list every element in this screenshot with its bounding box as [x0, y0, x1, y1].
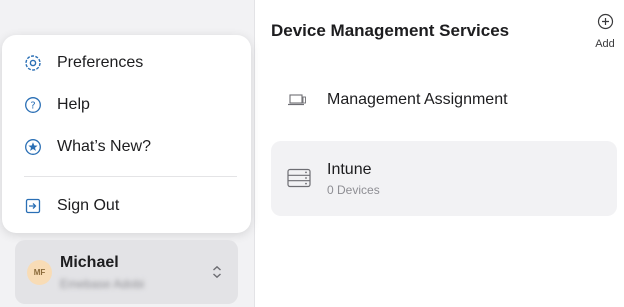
menu-item-label: Sign Out — [57, 197, 120, 214]
add-label: Add — [595, 38, 615, 50]
menu-item-help[interactable]: ? Help — [24, 91, 90, 119]
sign-out-icon — [24, 197, 42, 215]
user-name: Michael — [60, 254, 119, 271]
menu-item-whats-new[interactable]: What’s New? — [24, 133, 151, 161]
question-icon: ? — [24, 96, 42, 114]
row-title: Management Assignment — [327, 91, 508, 108]
menu-item-label: What’s New? — [57, 138, 151, 155]
menu-divider — [24, 176, 237, 177]
add-button[interactable]: Add — [588, 13, 622, 51]
account-menu: Preferences ? Help What’s New? Sign Out — [2, 35, 251, 233]
menu-item-sign-out[interactable]: Sign Out — [24, 192, 119, 220]
list-item-intune[interactable]: Intune 0 Devices — [271, 141, 617, 216]
list-item-management-assignment[interactable]: Management Assignment — [271, 78, 617, 123]
plus-circle-icon — [597, 13, 614, 35]
chevron-up-down-icon — [211, 265, 223, 284]
svg-text:?: ? — [30, 101, 35, 112]
row-subtitle: 0 Devices — [327, 183, 380, 197]
menu-item-label: Help — [57, 96, 90, 113]
page-title: Device Management Services — [271, 21, 510, 40]
user-account-button[interactable]: MF Michael Emebase Adobi — [15, 240, 238, 304]
sidebar: Preferences ? Help What’s New? Sign Out … — [0, 0, 255, 307]
menu-item-preferences[interactable]: Preferences — [24, 49, 143, 77]
star-icon — [24, 138, 42, 156]
user-subtitle: Emebase Adobi — [60, 277, 145, 291]
gear-icon — [24, 54, 42, 72]
server-icon — [287, 168, 311, 193]
laptop-icon — [287, 92, 307, 113]
menu-item-label: Preferences — [57, 54, 144, 71]
avatar: MF — [27, 260, 52, 285]
row-title: Intune — [327, 161, 372, 178]
